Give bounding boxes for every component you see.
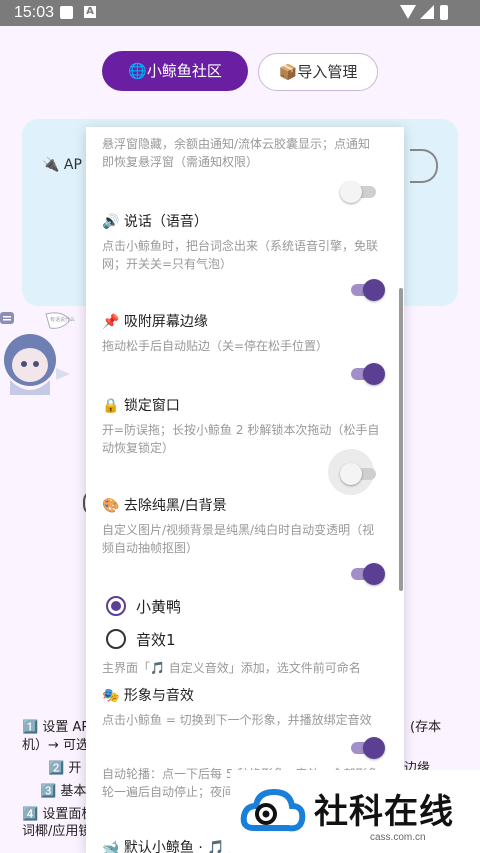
lock-window-toggle[interactable] [340, 463, 378, 485]
mascot-bubble-text: 有话说什么 [50, 316, 75, 323]
speak-title: 🔊 说话（语音） [102, 214, 208, 230]
bg-step-3: 3️⃣ 基本 [40, 784, 87, 799]
figure-sound-toggle[interactable] [349, 737, 385, 759]
wifi-icon [400, 5, 416, 19]
float-hide-desc: 悬浮窗隐藏，余额由通知/流体云胶囊显示；点通知即恢复悬浮窗（需通知权限） [102, 137, 371, 169]
snap-edge-desc: 拖动松手后自动贴边（关=停在松手位置） [102, 339, 329, 353]
bg-step-2: 2️⃣ 开 [48, 761, 82, 776]
import-management-button[interactable]: 📦导入管理 [258, 53, 378, 91]
sound-hint: 主界面「🎵 自定义音效」添加，选文件前可命名 [102, 661, 361, 675]
snap-edge-toggle[interactable] [349, 363, 385, 385]
remove-bg-toggle[interactable] [349, 563, 385, 585]
notification-square-icon [60, 6, 73, 19]
radio-duck-label[interactable]: 小黄鸭 [136, 596, 181, 617]
status-bar: 15:03 A [0, 0, 480, 26]
radio-sound1[interactable] [106, 629, 126, 649]
api-card-button[interactable] [410, 149, 438, 183]
watermark: 社科在线 cass.com.cn [230, 770, 480, 853]
notification-a-icon: A [84, 6, 96, 18]
figure-sound-desc: 点击小鲸鱼 = 切换到下一个形象，并播放绑定音效 [102, 713, 372, 727]
mascot-image[interactable]: 有话说什么 [0, 310, 80, 395]
bg-step-1: 1️⃣ 设置 AP [22, 720, 90, 735]
remove-bg-title: 🎨 去除纯黑/白背景 [102, 498, 227, 514]
status-time: 15:03 [14, 4, 55, 21]
snap-edge-title: 📌 吸附屏幕边缘 [102, 314, 208, 330]
settings-popup[interactable]: 悬浮窗隐藏，余额由通知/流体云胶囊显示；点通知即恢复悬浮窗（需通知权限） 🔊 说… [86, 127, 404, 853]
signal-icon [420, 5, 434, 19]
battery-icon [440, 5, 448, 20]
radio-duck[interactable] [106, 596, 126, 616]
bg-step-4-cont: 词椰/应用镜 [22, 824, 92, 839]
speak-toggle[interactable] [349, 279, 385, 301]
float-hide-toggle[interactable] [340, 181, 378, 203]
watermark-name: 社科在线 [314, 792, 454, 832]
speak-desc: 点击小鲸鱼时，把台词念出来（系统语音引擎，免联网；开关关=只有气泡） [102, 239, 379, 271]
popup-scrollbar[interactable] [399, 288, 403, 591]
api-label: 🔌 AP [42, 157, 82, 173]
figure-sound-title: 🎭 形象与音效 [102, 688, 194, 704]
radio-sound1-label[interactable]: 音效1 [136, 629, 176, 650]
menu-icon [0, 312, 14, 324]
community-button[interactable]: 🌐小鲸鱼社区 [102, 51, 248, 91]
watermark-logo-icon [240, 788, 306, 832]
remove-bg-desc: 自定义图片/视频背景是纯黑/纯白时自动变透明（视频自动抽帧抠图） [102, 523, 375, 555]
watermark-domain: cass.com.cn [370, 832, 426, 843]
bg-step-1-cont: 机）→ 可选 [22, 738, 90, 753]
bg-step-1-right: (存本 [410, 720, 442, 735]
lock-window-title: 🔒 锁定窗口 [102, 398, 180, 414]
